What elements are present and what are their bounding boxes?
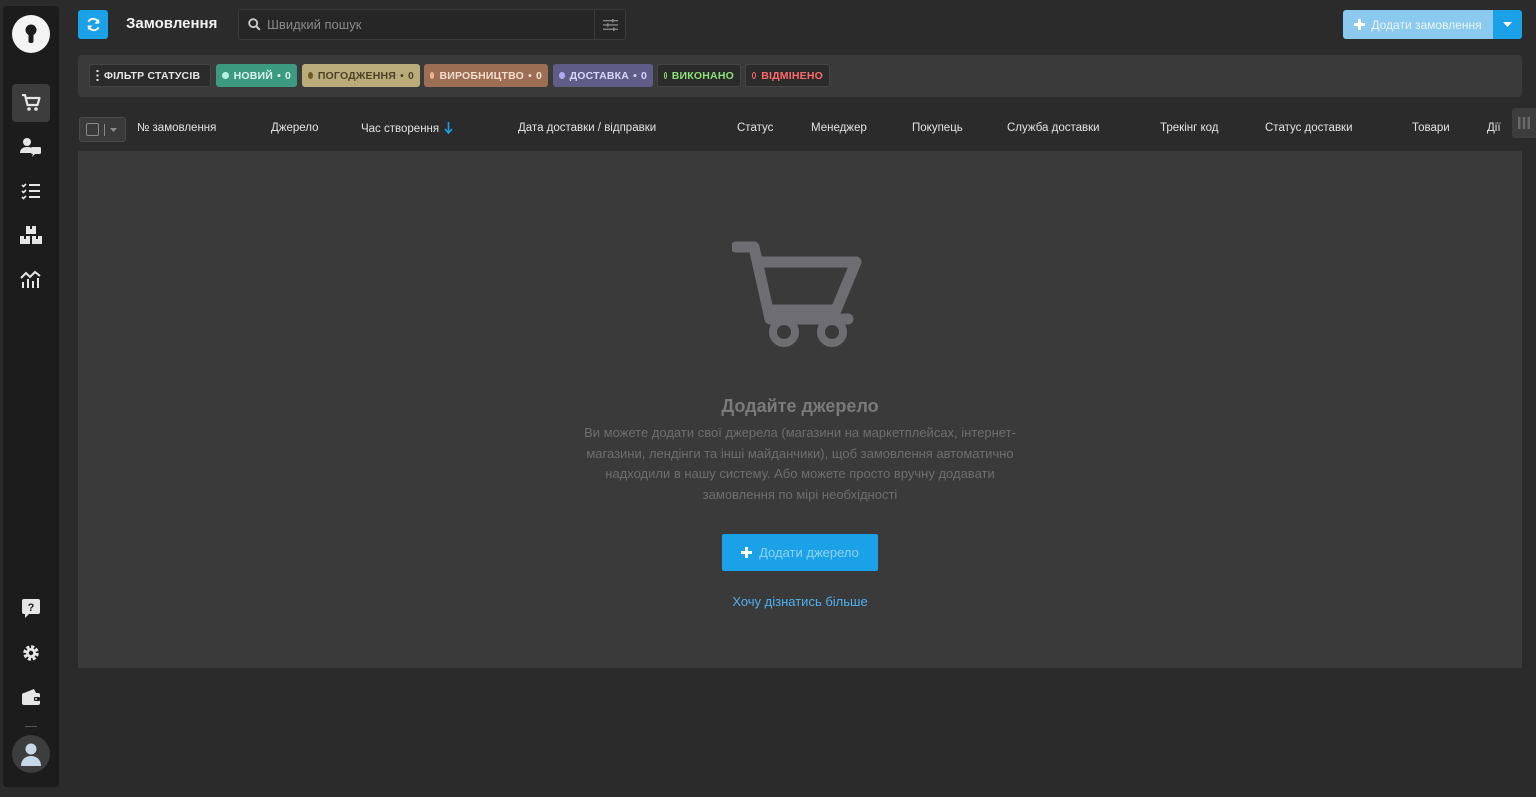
logo[interactable] — [12, 15, 50, 53]
add-order-dropdown-toggle[interactable] — [1493, 10, 1522, 39]
status-count-separator: • — [528, 69, 532, 82]
column-actions[interactable]: Дії — [1487, 122, 1501, 134]
user-avatar-icon — [21, 743, 41, 766]
keyhole-icon — [25, 24, 37, 43]
vertical-dots-icon — [96, 70, 99, 81]
sidebar-item-wallet[interactable] — [12, 678, 50, 716]
select-all-checkbox[interactable] — [86, 123, 99, 136]
search-bar — [238, 9, 626, 40]
column-products[interactable]: Товари — [1412, 122, 1450, 134]
plus-icon — [741, 547, 753, 558]
boxes-icon — [20, 226, 42, 244]
sidebar-item-orders[interactable] — [12, 84, 50, 122]
column-created-time-label: Час створення — [361, 123, 440, 135]
status-label: НОВИЙ — [233, 69, 274, 82]
select-all-dropdown[interactable] — [79, 117, 126, 142]
add-source-label: Додати джерело — [759, 545, 859, 560]
user-chat-icon — [20, 138, 41, 157]
status-filter-button[interactable]: ФІЛЬТР СТАТУСІВ — [89, 64, 211, 87]
empty-state-title: Додайте джерело — [721, 396, 879, 416]
status-count: 0 — [640, 69, 647, 82]
status-chip-done[interactable]: ВИКОНАНО — [657, 64, 741, 87]
column-created-time[interactable]: Час створення — [361, 122, 453, 135]
checklist-icon — [21, 183, 40, 200]
sidebar-item-tasks[interactable] — [12, 172, 50, 210]
column-order-number[interactable]: № замовлення — [137, 122, 216, 134]
add-order-label: Додати замовлення — [1371, 17, 1482, 32]
status-count-separator: • — [633, 69, 637, 82]
status-chip-agreement[interactable]: ПОГОДЖЕННЯ • 0 — [302, 64, 420, 87]
column-delivery-date[interactable]: Дата доставки / відправки — [518, 122, 656, 134]
cart-icon — [22, 94, 41, 111]
empty-state: Додайте джерело Ви можете додати свої дж… — [78, 151, 1522, 668]
status-filter-label: ФІЛЬТР СТАТУСІВ — [104, 69, 201, 82]
sliders-icon — [602, 18, 618, 31]
page-title: Замовлення — [126, 15, 218, 32]
refresh-button[interactable] — [78, 10, 108, 39]
sidebar: ? — [3, 6, 59, 787]
column-source[interactable]: Джерело — [271, 122, 319, 134]
profile-avatar[interactable] — [12, 735, 50, 773]
status-dot-icon — [430, 72, 435, 79]
plus-icon — [1354, 19, 1366, 30]
status-chip-delivery[interactable]: ДОСТАВКА • 0 — [553, 64, 653, 87]
sidebar-divider — [25, 726, 37, 727]
search-icon — [248, 18, 261, 31]
status-count: 0 — [535, 69, 542, 82]
status-count-separator: • — [400, 69, 404, 82]
column-settings-handle[interactable] — [1512, 108, 1536, 138]
status-count: 0 — [407, 69, 414, 82]
column-manager[interactable]: Менеджер — [811, 122, 867, 134]
wallet-icon — [22, 689, 40, 705]
refresh-icon — [86, 17, 100, 32]
select-all-divider — [104, 123, 105, 136]
empty-state-description: Ви можете додати свої джерела (магазини … — [584, 425, 1016, 503]
column-delivery-service[interactable]: Служба доставки — [1007, 122, 1100, 134]
column-bars-icon — [1518, 117, 1530, 129]
status-chip-cancelled[interactable]: ВІДМІНЕНО — [745, 64, 830, 87]
status-filter-bar: ФІЛЬТР СТАТУСІВ НОВИЙ • 0 ПОГОДЖЕННЯ • 0… — [78, 55, 1522, 97]
learn-more-link[interactable]: Хочу дізнатись більше — [78, 594, 1522, 609]
sidebar-item-clients[interactable] — [12, 128, 50, 166]
status-label: ДОСТАВКА — [569, 69, 630, 82]
status-label: ПОГОДЖЕННЯ — [317, 69, 397, 82]
svg-text:?: ? — [28, 602, 35, 614]
cart-icon — [732, 241, 862, 347]
status-dot-icon — [308, 72, 313, 79]
sidebar-item-analytics[interactable] — [12, 260, 50, 298]
search-filter-button[interactable] — [594, 10, 625, 39]
search-input[interactable] — [267, 10, 593, 39]
chart-icon — [20, 270, 41, 288]
sort-down-arrow-icon — [444, 122, 453, 135]
status-ring-icon — [752, 72, 757, 79]
sidebar-item-settings[interactable] — [12, 634, 50, 672]
column-tracking-code[interactable]: Трекінг код — [1160, 122, 1219, 134]
add-order-split-button: Додати замовлення — [1343, 10, 1522, 39]
column-buyer[interactable]: Покупець — [912, 122, 963, 134]
status-chip-new[interactable]: НОВИЙ • 0 — [216, 64, 297, 87]
status-count: 0 — [284, 69, 291, 82]
status-chip-production[interactable]: ВИРОБНИЦТВО • 0 — [424, 64, 548, 87]
help-icon: ? — [22, 599, 40, 618]
status-dot-icon — [559, 72, 565, 79]
add-order-button[interactable]: Додати замовлення — [1343, 10, 1493, 39]
column-delivery-status[interactable]: Статус доставки — [1265, 122, 1353, 134]
caret-down-icon — [110, 127, 117, 132]
gear-icon — [23, 645, 39, 661]
status-label: ВИРОБНИЦТВО — [439, 69, 525, 82]
status-label: ВИКОНАНО — [671, 69, 734, 82]
sidebar-item-help[interactable]: ? — [12, 590, 50, 628]
column-status[interactable]: Статус — [737, 122, 773, 134]
sidebar-item-products[interactable] — [12, 216, 50, 254]
status-label: ВІДМІНЕНО — [761, 69, 823, 82]
caret-down-icon — [1503, 22, 1512, 27]
status-ring-icon — [664, 72, 667, 79]
status-count-separator: • — [277, 69, 281, 82]
add-source-button[interactable]: Додати джерело — [722, 534, 878, 571]
status-dot-icon — [222, 72, 229, 79]
